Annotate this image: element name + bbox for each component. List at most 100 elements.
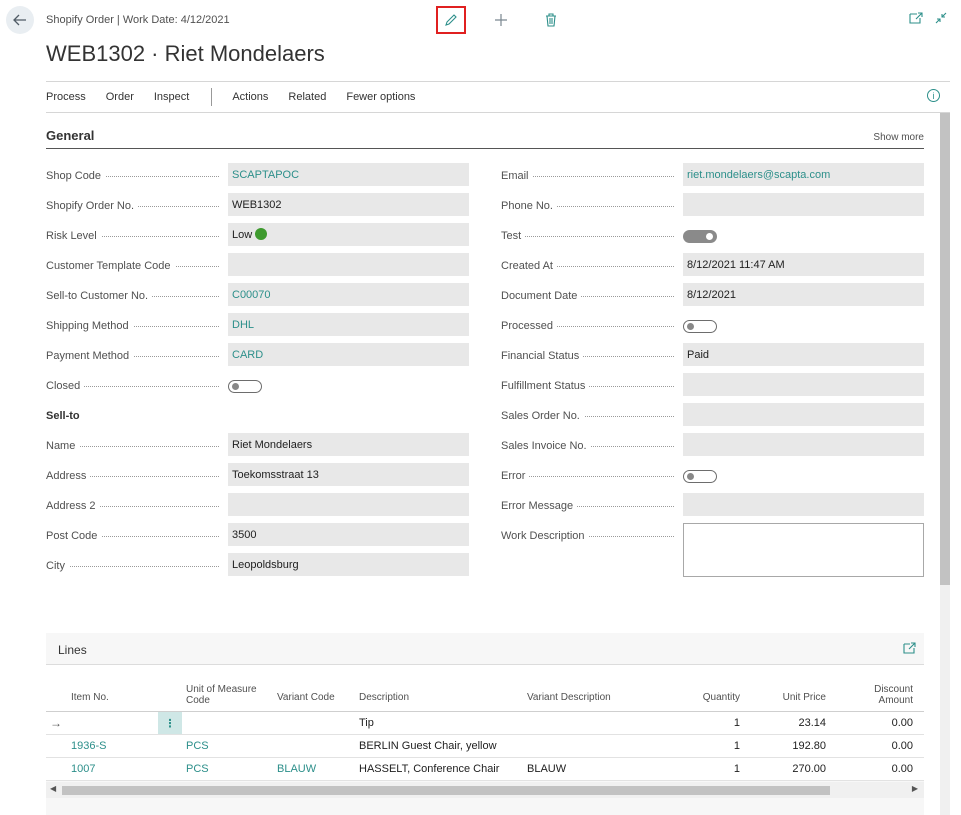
closed-toggle[interactable] <box>228 380 262 393</box>
col-description[interactable]: Description <box>359 692 409 703</box>
cell-unit-price[interactable]: 270.00 <box>766 763 826 775</box>
row-actions-kebab-icon[interactable]: ⋮ <box>158 712 182 734</box>
created-at-input[interactable]: 8/12/2021 11:47 AM <box>683 253 924 276</box>
customer-template-input[interactable] <box>228 253 469 276</box>
cell-unit-price[interactable]: 192.80 <box>766 740 826 752</box>
field-financial-status: Financial Status Paid <box>501 342 924 372</box>
cell-description[interactable]: BERLIN Guest Chair, yellow <box>359 740 497 752</box>
menu-fewer-options[interactable]: Fewer options <box>346 91 415 103</box>
document-date-input[interactable]: 8/12/2021 <box>683 283 924 306</box>
sales-order-no-input[interactable] <box>683 403 924 426</box>
field-address: Address Toekomsstraat 13 <box>46 462 469 492</box>
phone-input[interactable] <box>683 193 924 216</box>
cell-item-no[interactable]: 1936-S <box>71 740 106 752</box>
address-input[interactable]: Toekomsstraat 13 <box>228 463 469 486</box>
city-input[interactable]: Leopoldsburg <box>228 553 469 576</box>
cell-unit-price[interactable]: 23.14 <box>766 717 826 729</box>
col-uom-line2: Code <box>186 695 210 706</box>
scrollbar-thumb[interactable] <box>940 113 950 585</box>
field-work-description: Work Description <box>501 522 924 577</box>
processed-toggle[interactable] <box>683 320 717 333</box>
table-row[interactable]: → ⋮ Tip 1 23.14 0.00 <box>46 712 924 735</box>
arrow-left-icon <box>13 14 26 26</box>
field-error: Error <box>501 462 924 492</box>
new-button[interactable] <box>486 6 516 34</box>
order-no-input[interactable]: WEB1302 <box>228 193 469 216</box>
test-toggle[interactable] <box>683 230 717 243</box>
lines-grid: Item No. Unit of Measure Code Variant Cod… <box>46 664 924 781</box>
lines-horizontal-scrollbar[interactable]: ◀ ▶ <box>46 782 924 798</box>
back-button[interactable] <box>6 6 34 34</box>
cell-discount[interactable]: 0.00 <box>846 717 913 729</box>
page-title: WEB1302 · Riet Mondelaers <box>46 41 325 66</box>
edit-button[interactable] <box>436 6 466 34</box>
error-message-input[interactable] <box>683 493 924 516</box>
fulfillment-status-input[interactable] <box>683 373 924 396</box>
cell-discount[interactable]: 0.00 <box>846 740 913 752</box>
lines-title[interactable]: Lines <box>58 643 87 657</box>
cell-quantity[interactable]: 1 <box>686 717 740 729</box>
delete-button[interactable] <box>536 6 566 34</box>
general-section-header: General Show more <box>46 128 924 149</box>
table-row[interactable]: 1936-S PCS BERLIN Guest Chair, yellow 1 … <box>46 735 924 758</box>
cell-quantity[interactable]: 1 <box>686 763 740 775</box>
work-description-textarea[interactable] <box>683 523 924 577</box>
field-shipping-method: Shipping Method DHL <box>46 312 469 342</box>
cell-uom[interactable]: PCS <box>186 740 209 752</box>
cell-variant-code[interactable]: BLAUW <box>277 763 316 775</box>
sales-invoice-no-input[interactable] <box>683 433 924 456</box>
cell-quantity[interactable]: 1 <box>686 740 740 752</box>
email-input[interactable]: riet.mondelaers@scapta.com <box>683 163 924 186</box>
general-title[interactable]: General <box>46 128 94 143</box>
menu-actions[interactable]: Actions <box>232 91 268 103</box>
field-label: Error <box>501 470 530 482</box>
cell-uom[interactable]: PCS <box>186 763 209 775</box>
field-customer-template: Customer Template Code <box>46 252 469 282</box>
table-row[interactable]: 1007 PCS BLAUW HASSELT, Conference Chair… <box>46 758 924 781</box>
col-unit-price[interactable]: Unit Price <box>766 692 826 703</box>
field-label: Created At <box>501 260 557 272</box>
collapse-button[interactable] <box>935 12 947 27</box>
name-input[interactable]: Riet Mondelaers <box>228 433 469 456</box>
hscroll-thumb[interactable] <box>62 786 830 795</box>
plus-icon <box>495 14 507 26</box>
col-variant-description[interactable]: Variant Description <box>527 692 611 703</box>
col-variant-code[interactable]: Variant Code <box>277 692 335 703</box>
cell-item-no[interactable]: 1007 <box>71 763 95 775</box>
cell-description[interactable]: Tip <box>359 717 374 729</box>
field-label: Test <box>501 230 526 242</box>
cell-description[interactable]: HASSELT, Conference Chair <box>359 763 499 775</box>
cell-discount[interactable]: 0.00 <box>846 763 913 775</box>
sell-to-customer-input[interactable]: C00070 <box>228 283 469 306</box>
col-item-no[interactable]: Item No. <box>71 692 109 703</box>
field-label: Address <box>46 470 91 482</box>
page-scrollbar[interactable] <box>940 113 950 815</box>
expand-lines-button[interactable] <box>903 642 916 657</box>
menu-order[interactable]: Order <box>106 91 134 103</box>
info-icon[interactable]: i <box>927 89 940 102</box>
scroll-right-icon[interactable]: ▶ <box>912 784 918 793</box>
shipping-method-input[interactable]: DHL <box>228 313 469 336</box>
general-right-column: Email riet.mondelaers@scapta.com Phone N… <box>501 162 924 577</box>
col-quantity[interactable]: Quantity <box>686 692 740 703</box>
financial-status-input[interactable]: Paid <box>683 343 924 366</box>
sell-to-heading: Sell-to <box>46 410 80 422</box>
field-label: Post Code <box>46 530 102 542</box>
risk-level-input[interactable]: Low <box>228 223 469 246</box>
error-toggle[interactable] <box>683 470 717 483</box>
cell-variant-description[interactable]: BLAUW <box>527 763 566 775</box>
shop-code-input[interactable]: SCAPTAPOC <box>228 163 469 186</box>
post-code-input[interactable]: 3500 <box>228 523 469 546</box>
col-discount[interactable]: Discount Amount <box>846 684 913 706</box>
payment-method-input[interactable]: CARD <box>228 343 469 366</box>
menu-related[interactable]: Related <box>288 91 326 103</box>
field-label: Closed <box>46 380 85 392</box>
show-more-link[interactable]: Show more <box>873 132 924 143</box>
address-2-input[interactable] <box>228 493 469 516</box>
scroll-left-icon[interactable]: ◀ <box>50 784 56 793</box>
col-uom[interactable]: Unit of Measure Code <box>186 684 257 706</box>
menu-inspect[interactable]: Inspect <box>154 91 189 103</box>
open-new-window-button[interactable] <box>909 12 923 27</box>
field-order-no: Shopify Order No. WEB1302 <box>46 192 469 222</box>
menu-process[interactable]: Process <box>46 91 86 103</box>
